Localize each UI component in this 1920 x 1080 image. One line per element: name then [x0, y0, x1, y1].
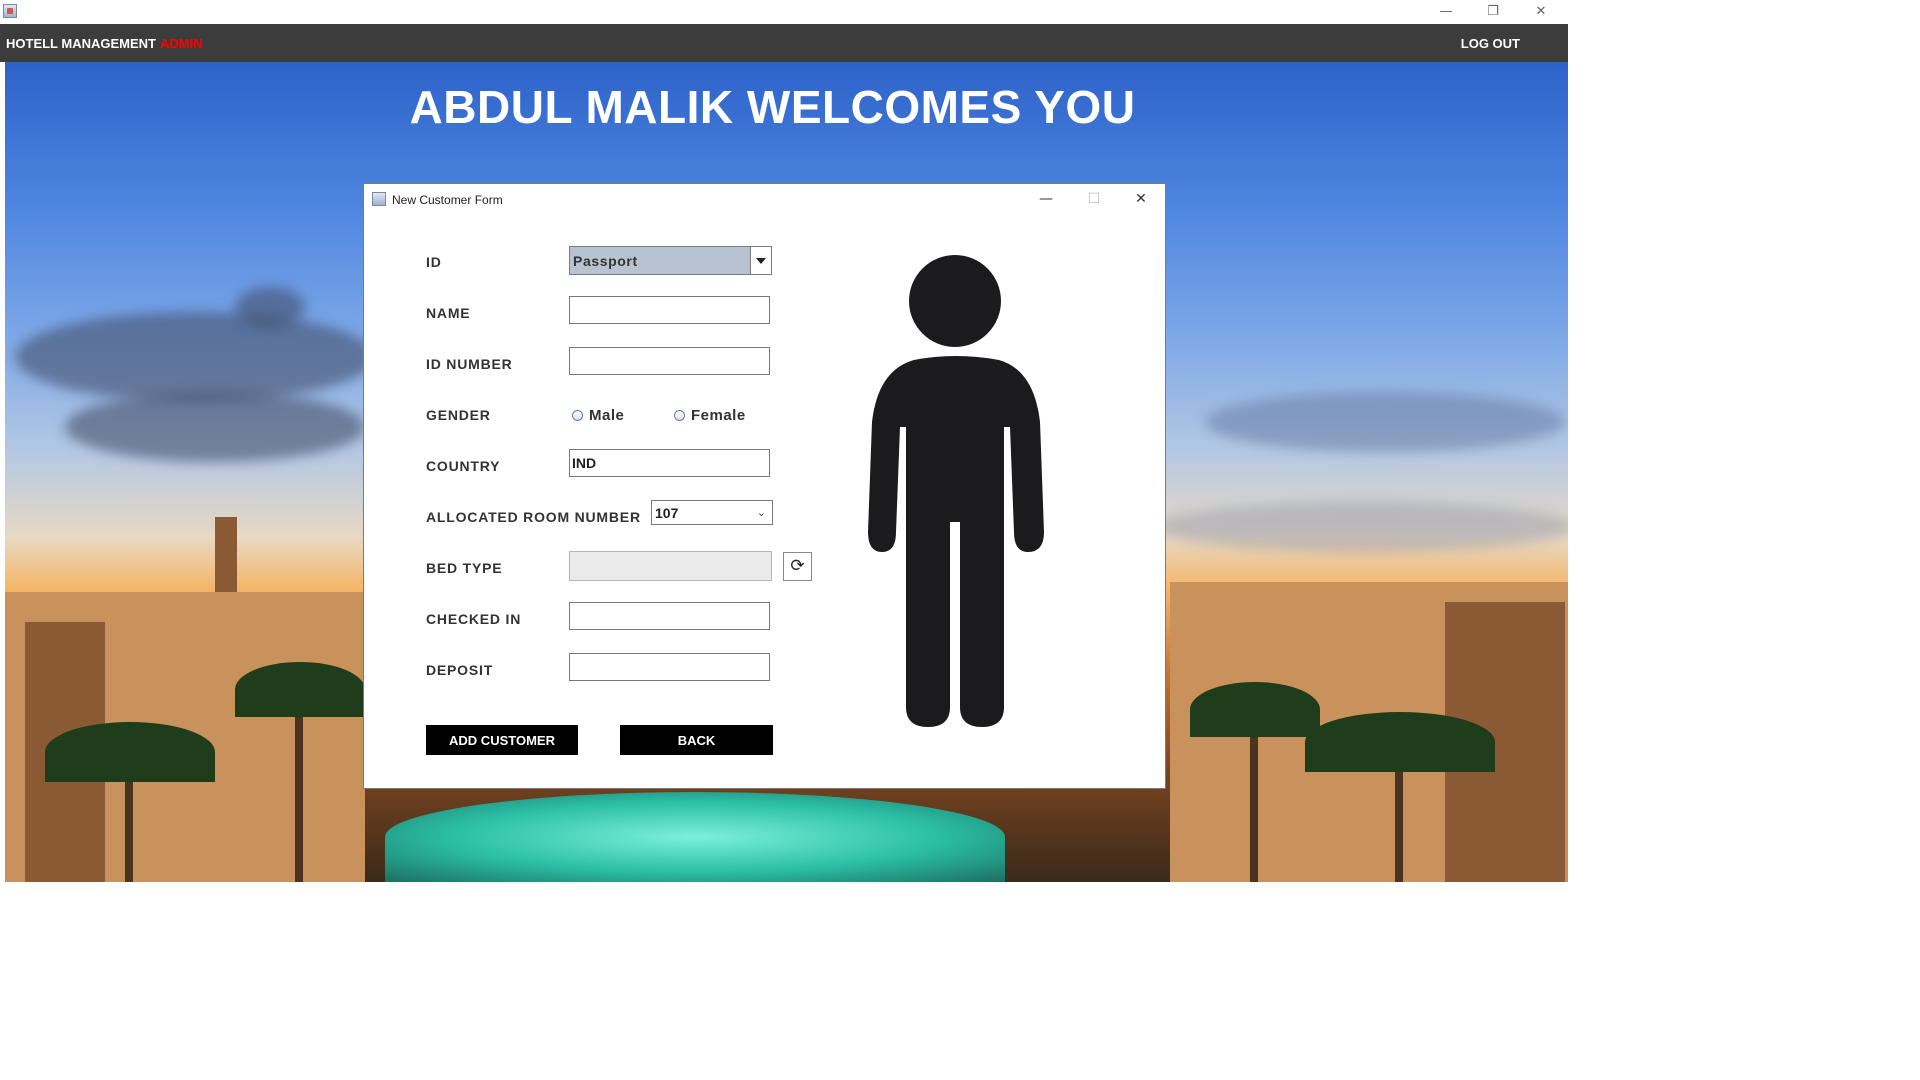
- dialog-minimize-icon[interactable]: —: [1026, 187, 1066, 211]
- room-number-value: 107: [655, 505, 679, 521]
- welcome-heading: ABDUL MALIK WELCOMES YOU: [409, 81, 1136, 133]
- name-label: NAME: [426, 305, 471, 321]
- refresh-icon: ⟳: [790, 556, 805, 576]
- menu-bar: HOTELL MANAGEMENT ADMIN LOG OUT: [0, 24, 1568, 62]
- checked-in-label: CHECKED IN: [426, 611, 522, 627]
- dialog-close-icon[interactable]: ✕: [1121, 187, 1161, 211]
- room-number-combobox[interactable]: 107 ⌄: [651, 500, 773, 525]
- java-app-icon: [372, 192, 386, 206]
- id-label: ID: [426, 254, 442, 270]
- bed-type-label: BED TYPE: [426, 560, 503, 576]
- minimize-icon[interactable]: —: [1423, 0, 1469, 24]
- pool: [385, 792, 1005, 882]
- java-app-icon: [3, 4, 17, 18]
- close-icon[interactable]: ✕: [1518, 0, 1564, 24]
- role-label: ADMIN: [160, 36, 203, 51]
- refresh-button[interactable]: ⟳: [783, 552, 812, 581]
- logout-button[interactable]: LOG OUT: [1461, 36, 1520, 51]
- id-type-value: Passport: [573, 253, 638, 269]
- id-type-combobox[interactable]: Passport: [569, 246, 772, 275]
- gender-option-label: Male: [589, 407, 625, 424]
- checked-in-field[interactable]: [569, 602, 770, 630]
- chevron-down-icon[interactable]: ⌄: [757, 506, 766, 519]
- country-field[interactable]: [569, 449, 770, 477]
- id-number-label: ID NUMBER: [426, 356, 513, 372]
- name-field[interactable]: [569, 296, 770, 324]
- app-title: HOTELL MANAGEMENT: [6, 36, 156, 51]
- deposit-label: DEPOSIT: [426, 662, 494, 678]
- gender-option-label: Female: [691, 407, 746, 424]
- country-label: COUNTRY: [426, 458, 501, 474]
- dropdown-arrow-icon[interactable]: [750, 247, 771, 274]
- gender-radio-female[interactable]: Female: [674, 407, 746, 424]
- bed-type-field: [569, 551, 772, 581]
- deposit-field[interactable]: [569, 653, 770, 681]
- restore-icon[interactable]: ❐: [1470, 0, 1516, 24]
- back-button[interactable]: BACK: [620, 725, 773, 755]
- dialog-maximize-icon[interactable]: ☐: [1074, 187, 1114, 211]
- gender-radio-male[interactable]: Male: [572, 407, 624, 424]
- dialog-title: New Customer Form: [392, 193, 503, 207]
- gender-label: GENDER: [426, 407, 491, 423]
- radio-icon[interactable]: [572, 410, 583, 421]
- radio-icon[interactable]: [674, 410, 685, 421]
- add-customer-button[interactable]: ADD CUSTOMER: [426, 725, 578, 755]
- os-titlebar: — ❐ ✕: [0, 0, 1568, 24]
- person-silhouette-icon: [868, 255, 1044, 727]
- dialog-titlebar: New Customer Form — ☐ ✕: [364, 184, 1165, 214]
- new-customer-dialog: New Customer Form — ☐ ✕ ID Passport NAME…: [363, 183, 1166, 789]
- room-number-label: ALLOCATED ROOM NUMBER: [426, 509, 641, 525]
- id-number-field[interactable]: [569, 347, 770, 375]
